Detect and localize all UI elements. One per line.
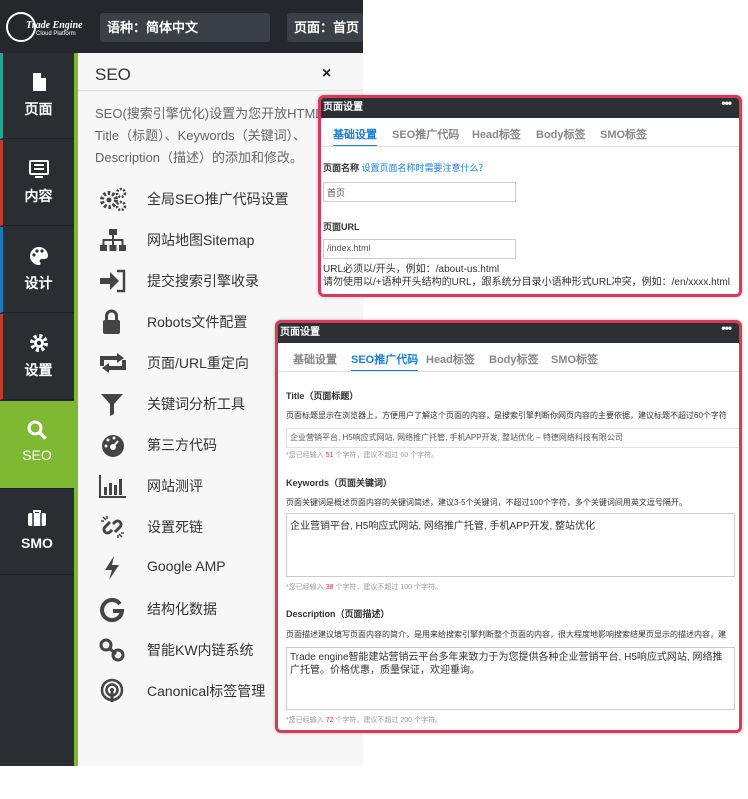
content-icon (28, 160, 49, 178)
podcast-icon (100, 678, 124, 702)
logo-subtext: Cloud Platform (36, 31, 76, 37)
tab-basic[interactable]: 基础设置 (293, 351, 337, 367)
language-select[interactable]: 语种：简体中文 (100, 13, 270, 42)
menu-item-label: 全局SEO推广代码设置 (147, 191, 289, 207)
bar-chart-icon (99, 475, 126, 498)
logo-text: Trade Engine (26, 20, 83, 31)
title-label: Title（页面标题） (286, 391, 359, 401)
title-char-count: *您已经输入 51 个字符，建议不超过 60 个字符。 (286, 452, 439, 459)
dialog-header: 页面设置 ••• (321, 98, 739, 118)
lock-icon (103, 309, 120, 334)
nav-label: 页面 (24, 101, 53, 117)
palette-icon (29, 247, 48, 265)
menu-item-label: Google AMP (147, 558, 226, 574)
page-name-input[interactable]: 首页 (323, 182, 516, 202)
dialog-tabs: 基础设置 SEO推广代码 Head标签 Body标签 SMO标签 (321, 124, 739, 148)
filter-icon (101, 394, 123, 416)
google-icon (100, 598, 125, 622)
page-select[interactable]: 页面：首页 (287, 13, 363, 42)
menu-item-label: 智能KW内链系统 (147, 642, 254, 658)
menu-item-label: 提交搜索引擎收录 (147, 273, 259, 289)
nav-label: 设置 (24, 362, 53, 378)
title-description: 页面标题显示在浏览器上，方便用户了解这个页面的内容，是搜索引擎判断你网页内容的主… (286, 411, 727, 420)
tab-body[interactable]: Body标签 (489, 351, 539, 367)
nav-label: 设计 (24, 275, 53, 291)
description-label: Description（页面描述） (286, 609, 390, 619)
more-icon[interactable]: ••• (721, 323, 732, 338)
keywords-label: Keywords（页面关键词） (286, 478, 393, 488)
redirect-icon (100, 353, 126, 373)
broken-link-icon (101, 516, 124, 538)
close-icon[interactable]: × (322, 65, 331, 83)
page-settings-dialog-basic: 页面设置 ••• 基础设置 SEO推广代码 Head标签 Body标签 SMO标… (318, 95, 742, 297)
url-note-2: 请勿使用以/+语种开头结构的URL，跟系统分目录小语种形式URL冲突，例如：/e… (323, 277, 730, 288)
keywords-char-count: *您已经输入 38 个字符，建议不超过 100 个字符。 (286, 584, 443, 591)
submit-icon (100, 269, 126, 293)
divider (78, 90, 363, 91)
nav-item-smo[interactable]: SMO (0, 489, 74, 575)
briefcase-icon (28, 510, 46, 526)
menu-item-label: 关键词分析工具 (147, 396, 245, 412)
menu-item-label: Canonical标签管理 (147, 683, 266, 699)
gear-icon (29, 334, 48, 352)
page-name-help-link[interactable]: 设置页面名称时需要注意什么？ (362, 163, 488, 173)
menu-item-label: 网站地图Sitemap (147, 232, 255, 248)
keywords-description: 页面关键词是概述页面内容的关键词简述，建议3-5个关键词，不超过100个字符，多… (286, 498, 687, 507)
tab-body[interactable]: Body标签 (536, 126, 586, 142)
tab-seo[interactable]: SEO推广代码 (351, 351, 419, 372)
menu-item-label: 结构化数据 (147, 601, 217, 617)
page-settings-dialog-seo: 页面设置 ••• 基础设置 SEO推广代码 Head标签 Body标签 SMO标… (275, 320, 742, 733)
nav-item-page[interactable]: 页面 (0, 53, 74, 139)
tab-smo[interactable]: SMO标签 (600, 126, 647, 142)
logo[interactable]: Trade Engine Cloud Platform (6, 8, 83, 46)
menu-item-label: 页面/URL重定向 (147, 355, 249, 371)
more-icon[interactable]: ••• (721, 98, 732, 113)
tab-underline (278, 371, 739, 372)
tab-underline (321, 146, 739, 147)
link-icon (99, 638, 125, 662)
sitemap-icon (100, 229, 126, 251)
page-url-input[interactable]: /index.html (323, 239, 516, 259)
menu-item-label: Robots文件配置 (147, 314, 248, 330)
nav-label: 内容 (24, 188, 53, 204)
nav-item-settings[interactable]: 设置 (0, 314, 74, 400)
nav-label: SMO (21, 535, 53, 551)
menu-item-label: 第三方代码 (147, 437, 217, 453)
page-url-label: 页面URL (323, 222, 360, 232)
title-input[interactable]: 企业营销平台, H5响应式网站, 网络推广托管, 手机APP开发, 整站优化 –… (286, 428, 739, 448)
tab-seo[interactable]: SEO推广代码 (392, 126, 459, 142)
seo-panel-title: SEO (95, 65, 131, 84)
top-bar: Trade Engine Cloud Platform 语种：简体中文 页面：首… (0, 0, 363, 53)
page-name-label: 页面名称 设置页面名称时需要注意什么？ (323, 163, 488, 173)
menu-item-label: 设置死链 (147, 519, 203, 535)
dialog-header: 页面设置 ••• (278, 323, 739, 343)
dialog-tabs: 基础设置 SEO推广代码 Head标签 Body标签 SMO标签 (278, 349, 739, 373)
tab-head[interactable]: Head标签 (426, 351, 475, 367)
left-nav: 页面 内容 设计 设置 SEO SMO (0, 53, 74, 766)
nav-item-design[interactable]: 设计 (0, 227, 74, 313)
nav-item-seo[interactable]: SEO (0, 401, 74, 489)
page-icon (32, 73, 46, 91)
search-icon (27, 420, 47, 440)
dialog-title: 页面设置 (280, 327, 320, 338)
gears-icon (100, 187, 127, 212)
description-help: 页面描述建议填写页面内容的简介，是用来给搜索引擎判断整个页面的内容，很大程度地影… (286, 630, 726, 639)
bolt-icon (105, 556, 119, 580)
nav-item-content[interactable]: 内容 (0, 140, 74, 226)
dialog-title: 页面设置 (323, 102, 363, 113)
tab-basic[interactable]: 基础设置 (333, 126, 377, 147)
description-char-count: *您已经输入 72 个字符，建议不超过 200 个字符。 (286, 717, 443, 724)
description-textarea[interactable]: Trade engine智能建站营销云平台多年来致力于为您提供各种企业营销平台,… (286, 647, 735, 710)
nav-label: SEO (22, 447, 52, 463)
tab-head[interactable]: Head标签 (472, 126, 521, 142)
tab-smo[interactable]: SMO标签 (551, 351, 598, 367)
keywords-textarea[interactable]: 企业营销平台, H5响应式网站, 网络推广托管, 手机APP开发, 整站优化 (286, 513, 735, 577)
menu-item-label: 网站测评 (147, 478, 203, 494)
dashboard-icon (102, 435, 124, 457)
